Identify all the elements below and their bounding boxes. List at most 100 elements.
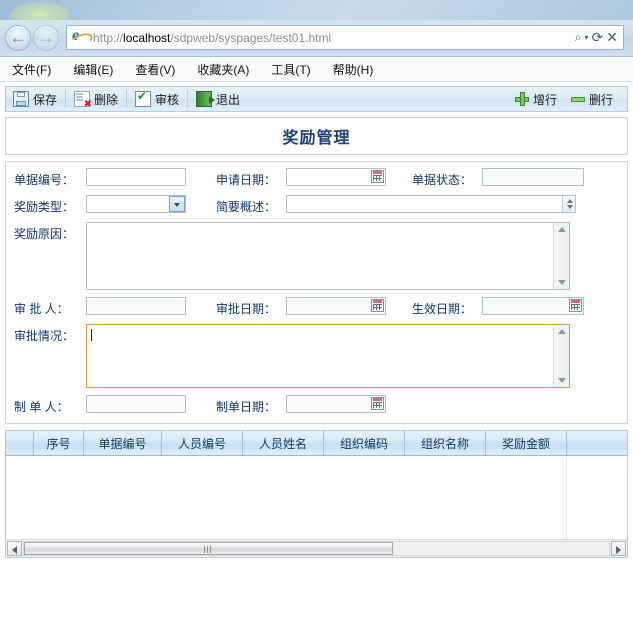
exit-icon <box>196 91 216 107</box>
brief-label: 简要概述： <box>216 200 277 214</box>
calendar-icon[interactable] <box>371 397 384 410</box>
grid-header-org-code[interactable]: 组织编码 <box>324 431 405 455</box>
add-row-button[interactable]: 增行 <box>509 88 563 110</box>
doc-no-label: 单据编号： <box>14 173 75 187</box>
reward-detail-grid: 序号 单据编号 人员编号 人员姓名 组织编码 组织名称 奖励金额 <box>5 430 628 558</box>
remove-row-minus-icon <box>570 92 585 106</box>
grid-header-org-name[interactable]: 组织名称 <box>405 431 486 455</box>
page-title: 奖励管理 <box>282 128 351 147</box>
grid-header-filler <box>567 431 627 455</box>
exit-button[interactable]: 退出 <box>190 88 246 110</box>
doc-no-input[interactable] <box>86 168 186 186</box>
approve-date-wrapper <box>286 297 386 315</box>
reward-reason-scrollbar[interactable] <box>553 223 569 289</box>
effective-date-wrapper <box>482 297 584 315</box>
remove-row-button[interactable]: 删行 <box>565 88 619 110</box>
browser-chrome: ← → e http://localhost/sdpweb/syspages/t… <box>0 20 633 57</box>
grid-header-row: 序号 单据编号 人员编号 人员姓名 组织编码 组织名称 奖励金额 <box>6 431 627 456</box>
calendar-icon[interactable] <box>371 170 384 183</box>
calendar-icon[interactable] <box>371 299 384 312</box>
delete-icon <box>74 91 92 110</box>
form-row-1: 单据编号： 申请日期： 单据状态： <box>6 168 627 188</box>
chevron-down-icon[interactable] <box>169 196 185 212</box>
doc-status-label: 单据状态： <box>412 173 473 187</box>
back-button[interactable]: ← <box>5 25 31 51</box>
form-row-5: 审批情况： <box>6 324 627 388</box>
approve-date-label: 审批日期： <box>216 302 277 316</box>
apply-date-wrapper <box>286 168 386 186</box>
page-content: 保存 删除 审核 退出 增行 删行 <box>0 82 633 621</box>
save-button-label: 保存 <box>33 92 58 107</box>
grid-header-seq[interactable]: 序号 <box>34 431 84 455</box>
grid-body[interactable] <box>6 456 627 539</box>
text-caret <box>91 329 92 341</box>
form-row-6: 制 单 人： 制单日期： <box>6 395 627 415</box>
toolbar-separator <box>187 90 189 108</box>
reward-type-wrapper <box>86 195 186 213</box>
calendar-icon[interactable] <box>569 299 582 312</box>
form-row-3: 奖励原因： <box>6 222 627 290</box>
reward-reason-textarea[interactable] <box>86 222 570 290</box>
menu-item-help[interactable]: 帮助(H) <box>333 61 374 78</box>
remove-row-button-label: 删行 <box>588 92 613 107</box>
url-host: localhost <box>123 30 171 45</box>
grid-scroll-thumb[interactable] <box>24 542 393 555</box>
approve-note-textarea[interactable] <box>86 324 570 388</box>
audit-button-label: 审核 <box>155 92 180 107</box>
make-date-wrapper <box>286 395 386 413</box>
menu-item-edit[interactable]: 编辑(E) <box>73 61 113 78</box>
save-button[interactable]: 保存 <box>7 88 63 110</box>
menu-item-file[interactable]: 文件(F) <box>12 61 51 78</box>
url-scheme: http:// <box>93 30 124 45</box>
apply-date-label: 申请日期： <box>216 173 277 187</box>
page-title-panel: 奖励管理 <box>5 117 628 155</box>
grid-body-divider <box>566 456 567 539</box>
address-bar-icons: ⌕ ▾ ⟳ ✕ <box>575 30 620 44</box>
approver-input[interactable] <box>86 297 186 315</box>
refresh-icon[interactable]: ⟳ <box>592 30 604 44</box>
spinner-icon[interactable] <box>562 196 575 212</box>
scroll-right-icon[interactable] <box>611 541 626 556</box>
brief-input[interactable] <box>286 195 576 213</box>
grid-header-person-no[interactable]: 人员编号 <box>162 431 243 455</box>
forward-arrow-icon: → <box>37 28 55 47</box>
url-path: /sdpweb/syspages/test01.html <box>170 30 332 45</box>
grid-horizontal-scrollbar[interactable] <box>6 539 627 557</box>
scroll-left-icon[interactable] <box>7 541 22 556</box>
maker-input[interactable] <box>86 395 186 413</box>
make-date-label: 制单日期： <box>216 400 277 414</box>
audit-check-icon <box>135 89 152 107</box>
add-row-button-label: 增行 <box>532 92 557 107</box>
exit-button-label: 退出 <box>216 92 241 107</box>
search-icon[interactable]: ⌕ <box>575 31 582 44</box>
add-row-plus-icon <box>514 92 529 106</box>
form-row-2: 奖励类型： 简要概述： <box>6 195 627 215</box>
menu-item-view[interactable]: 查看(V) <box>135 61 175 78</box>
delete-button[interactable]: 删除 <box>68 88 124 110</box>
grid-header-amount[interactable]: 奖励金额 <box>486 431 567 455</box>
chevron-down-icon[interactable]: ▾ <box>585 31 589 44</box>
back-arrow-icon: ← <box>9 28 27 47</box>
menu-bar: 文件(F) 编辑(E) 查看(V) 收藏夹(A) 工具(T) 帮助(H) <box>0 57 633 82</box>
menu-item-favorites[interactable]: 收藏夹(A) <box>197 61 249 78</box>
toolbar-separator <box>65 90 67 108</box>
approve-note-scrollbar[interactable] <box>553 325 569 387</box>
forward-button[interactable]: → <box>33 25 59 51</box>
grid-header-blank <box>6 431 34 455</box>
browser-window: ← → e http://localhost/sdpweb/syspages/t… <box>0 20 633 621</box>
address-bar[interactable]: e http://localhost/sdpweb/syspages/test0… <box>66 25 624 50</box>
reward-type-label: 奖励类型： <box>14 200 75 214</box>
menu-item-tools[interactable]: 工具(T) <box>271 61 310 78</box>
delete-button-label: 删除 <box>94 92 119 107</box>
grid-header-doc-no[interactable]: 单据编号 <box>84 431 162 455</box>
grid-scroll-track[interactable] <box>23 541 610 556</box>
form-panel: 单据编号： 申请日期： 单据状态： 奖励类型： 简要概述： 奖励原因： 审 批 … <box>5 161 628 424</box>
audit-button[interactable]: 审核 <box>129 88 185 110</box>
approver-label: 审 批 人： <box>14 302 69 316</box>
internet-explorer-icon: e <box>69 27 95 50</box>
save-icon <box>13 91 29 107</box>
grid-header-person-name[interactable]: 人员姓名 <box>243 431 324 455</box>
approve-note-label: 审批情况： <box>14 329 75 343</box>
close-icon[interactable]: ✕ <box>606 30 618 44</box>
doc-status-input[interactable] <box>482 168 584 186</box>
